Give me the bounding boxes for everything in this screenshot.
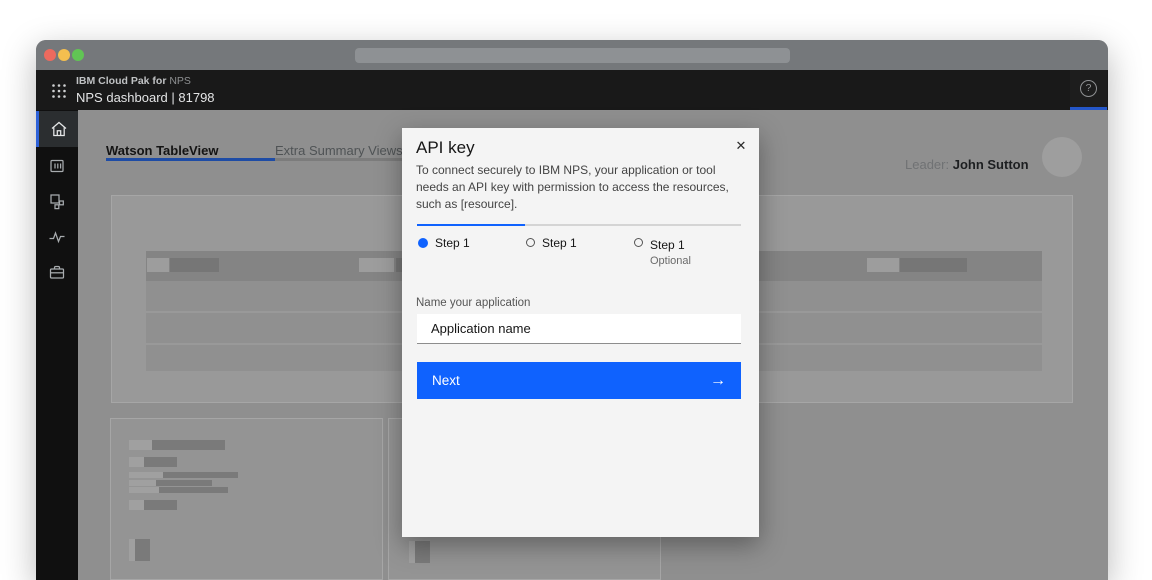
next-button-label: Next: [432, 373, 460, 388]
tile-thumbnail-skeleton: [409, 541, 430, 563]
summary-tile-left: [110, 418, 383, 580]
sidebar-item-home[interactable]: [36, 111, 78, 147]
step-filled-dot-icon: [418, 238, 428, 248]
toolbox-icon: [49, 265, 65, 279]
workspace-icon: [50, 194, 64, 210]
tab-label: Watson TableView: [106, 143, 219, 158]
step-3-optional[interactable]: Step 1 Optional: [633, 236, 741, 267]
progress-steps: Step 1 Step 1 Step 1 Optional: [417, 236, 741, 267]
leader-label: Leader:: [905, 157, 950, 172]
step-hollow-dot-icon: [526, 238, 535, 247]
browser-titlebar: [36, 40, 1108, 70]
header-titles: IBM Cloud Pak for NPS NPS dashboard | 81…: [76, 75, 215, 106]
api-key-modal: API key ✕ To connect securely to IBM NPS…: [402, 128, 759, 537]
application-name-label: Name your application: [416, 297, 531, 309]
application-name-input[interactable]: [417, 314, 741, 344]
activity-icon: [49, 231, 65, 244]
data-table-icon: [50, 159, 64, 173]
close-window-button[interactable]: [44, 49, 56, 61]
sidebar-item-workspaces[interactable]: [36, 183, 78, 219]
sidebar-item-toolbox[interactable]: [36, 254, 78, 290]
page-title: NPS dashboard | 81798: [76, 90, 215, 106]
avatar[interactable]: [1042, 137, 1082, 177]
zoom-window-button[interactable]: [72, 49, 84, 61]
home-icon: [51, 121, 66, 137]
browser-window: IBM Cloud Pak for NPS NPS dashboard | 81…: [36, 40, 1108, 580]
next-button[interactable]: Next →: [417, 362, 741, 399]
tab-watson-tableview[interactable]: Watson TableView: [106, 140, 275, 161]
sidebar-item-tables[interactable]: [36, 148, 78, 184]
header-eyebrow: IBM Cloud Pak for NPS: [76, 75, 191, 87]
step-1-current[interactable]: Step 1: [417, 236, 525, 267]
app-header: IBM Cloud Pak for NPS NPS dashboard | 81…: [36, 70, 1108, 110]
sidebar-item-activity[interactable]: [36, 219, 78, 255]
tile-thumbnail-skeleton: [129, 539, 150, 561]
minimize-window-button[interactable]: [58, 49, 70, 61]
side-nav: [36, 110, 78, 580]
app-switcher-icon[interactable]: [51, 83, 67, 99]
tab-label: Extra Summary Views: [275, 143, 403, 158]
progress-track: [417, 224, 741, 226]
leader-name: John Sutton: [952, 157, 1029, 172]
step-hollow-dot-icon: [634, 238, 643, 247]
step-2[interactable]: Step 1: [525, 236, 633, 267]
modal-description: To connect securely to IBM NPS, your app…: [416, 163, 729, 211]
arrow-right-icon: →: [710, 371, 726, 389]
help-icon: ?: [1080, 80, 1097, 97]
address-bar[interactable]: [355, 48, 790, 63]
step-optional-note: Optional: [650, 255, 691, 267]
close-icon[interactable]: ✕: [729, 134, 753, 158]
leader-info: Leader: John Sutton: [905, 157, 1029, 172]
help-button[interactable]: ?: [1070, 70, 1107, 110]
modal-title: API key: [416, 138, 475, 157]
